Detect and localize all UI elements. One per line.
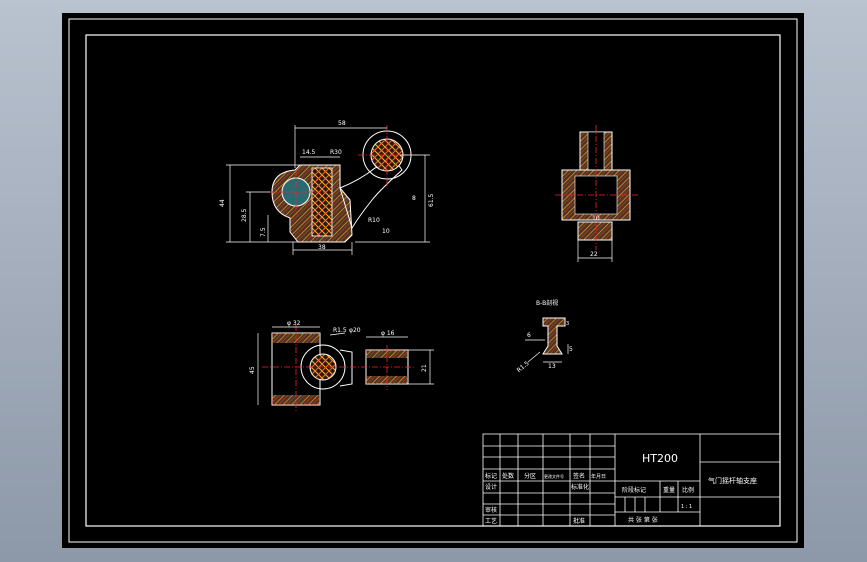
side-base <box>577 221 613 241</box>
tb-biaozhunhua: 标准化 <box>571 483 589 491</box>
dim-38: 38 <box>318 244 326 251</box>
tb-scale: 1 : 1 <box>681 504 692 510</box>
top-dim-21: 21 <box>421 364 428 372</box>
drawing-background <box>62 13 804 548</box>
dim-7-5: 7.5 <box>260 227 267 237</box>
tb-chushu: 处数 <box>502 472 514 480</box>
dim-44: 44 <box>219 199 226 207</box>
tb-jieduanbiaoji: 阶段标记 <box>622 486 646 494</box>
top-dim-20: φ20 <box>349 327 361 334</box>
section-dim-5: 5 <box>569 346 573 353</box>
tb-shenhe: 审核 <box>485 506 497 514</box>
dim-10: 10 <box>382 228 390 235</box>
side-dim-22: 22 <box>590 251 598 258</box>
dim-58: 58 <box>338 120 346 127</box>
side-dim-10: 10 <box>592 215 600 222</box>
dim-r10: R10 <box>368 217 380 224</box>
dim-14-5: 14.5 <box>302 149 316 156</box>
tb-qianming: 签名 <box>573 472 585 480</box>
section-dim-13: 13 <box>548 363 556 370</box>
tb-gengaiwenjian: 更改文件号 <box>544 473 564 479</box>
tb-part-name: 气门摇杆轴支座 <box>708 476 757 485</box>
section-dim-6: 6 <box>527 332 531 339</box>
dim-small: 8 <box>412 195 416 202</box>
dim-61-5: 61.5 <box>428 193 435 207</box>
section-title: B-B剖视 <box>536 299 558 307</box>
tb-bili: 比例 <box>682 486 694 494</box>
front-slot <box>311 167 333 237</box>
tb-sheji: 设计 <box>485 483 497 491</box>
tb-fenqu: 分区 <box>524 472 536 480</box>
cad-viewport[interactable]: 58 14.5 R30 38 44 28.5 7.5 61.5 R10 10 8… <box>0 0 867 562</box>
tb-gong-zhang: 共 张 第 张 <box>628 516 658 524</box>
top-dim-45: 45 <box>249 366 256 374</box>
dim-28-5: 28.5 <box>241 208 248 222</box>
top-dim-32: φ 32 <box>287 320 301 327</box>
tb-biaoji: 标记 <box>485 472 497 480</box>
tb-gongyi: 工艺 <box>485 517 497 525</box>
dim-r30: R30 <box>330 149 342 156</box>
tb-nianyueri: 年月日 <box>591 473 606 480</box>
top-dim-16: φ 16 <box>381 330 395 337</box>
tb-zhongliang: 重量 <box>663 486 675 494</box>
tb-pizhun: 批准 <box>573 517 585 525</box>
top-dim-r1-5: R1.5 <box>333 327 347 334</box>
section-dim-3: 3 <box>566 321 569 327</box>
tb-material: HT200 <box>642 452 678 465</box>
